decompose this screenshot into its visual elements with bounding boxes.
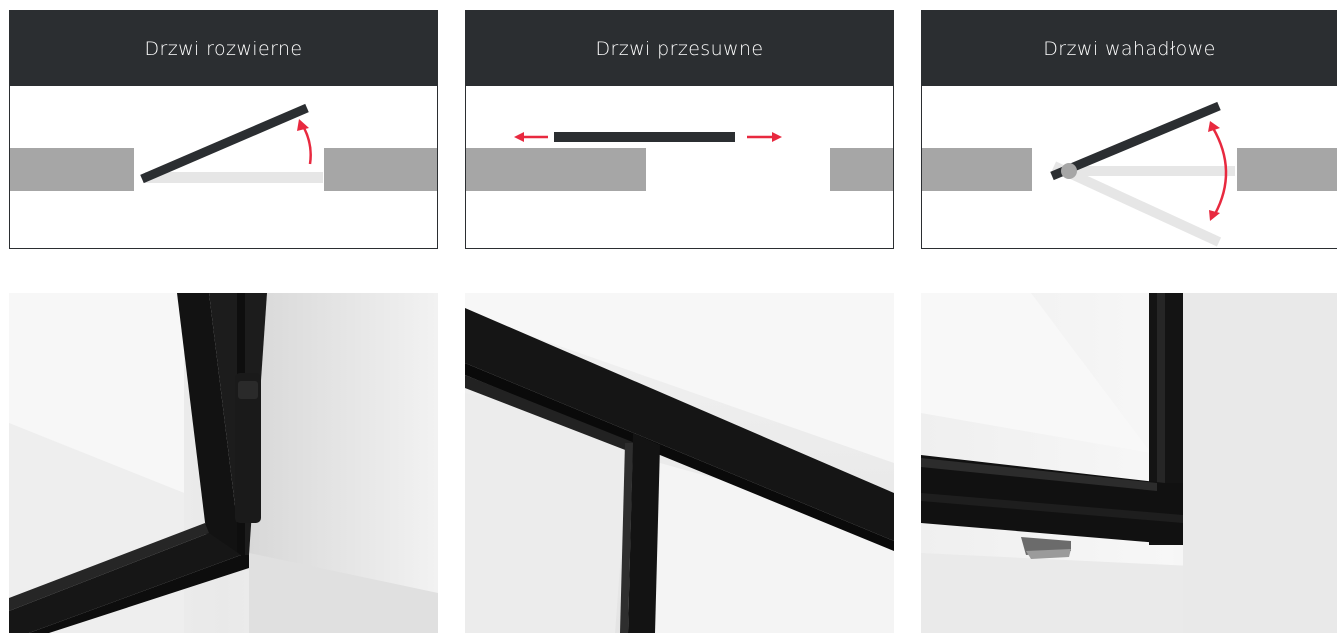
door-closed-ghost <box>145 172 323 183</box>
pivot-door-diagram <box>922 86 1337 248</box>
arrow-down-icon <box>1209 210 1220 221</box>
wall-right <box>830 148 893 191</box>
card-title: Drzwi wahadłowe <box>922 11 1337 86</box>
arrow-left-icon <box>514 132 524 142</box>
door-leaf <box>140 103 309 184</box>
swing-door-icon <box>10 103 437 191</box>
door-open-ghost <box>1051 161 1222 247</box>
arrow-right-icon <box>772 132 782 142</box>
card-title: Drzwi przesuwne <box>466 11 893 86</box>
pivot-door-icon <box>922 101 1337 247</box>
wall-left <box>922 148 1032 191</box>
wall-right <box>1237 148 1337 191</box>
rotation-arc <box>301 125 312 165</box>
sliding-door-icon <box>466 132 893 191</box>
card-title: Drzwi rozwierne <box>10 11 437 86</box>
door-leaf <box>554 132 735 142</box>
wall-left <box>466 148 646 191</box>
card-swing-door: Drzwi rozwierne <box>9 10 438 249</box>
arrow-head-icon <box>297 119 309 131</box>
swing-door-diagram <box>10 86 437 248</box>
sliding-track-detail-photo <box>465 293 894 633</box>
card-sliding-door: Drzwi przesuwne <box>465 10 894 249</box>
pivot-floor-detail-photo <box>921 293 1337 633</box>
sliding-door-diagram <box>466 86 893 248</box>
wall-right <box>324 148 437 191</box>
card-pivot-door: Drzwi wahadłowe <box>921 10 1337 249</box>
door-closed-ghost <box>1064 166 1235 176</box>
door-leaf <box>1050 101 1221 181</box>
hinge-detail-photo <box>9 293 438 633</box>
pivot-icon <box>1061 163 1077 179</box>
wall-left <box>10 148 134 191</box>
